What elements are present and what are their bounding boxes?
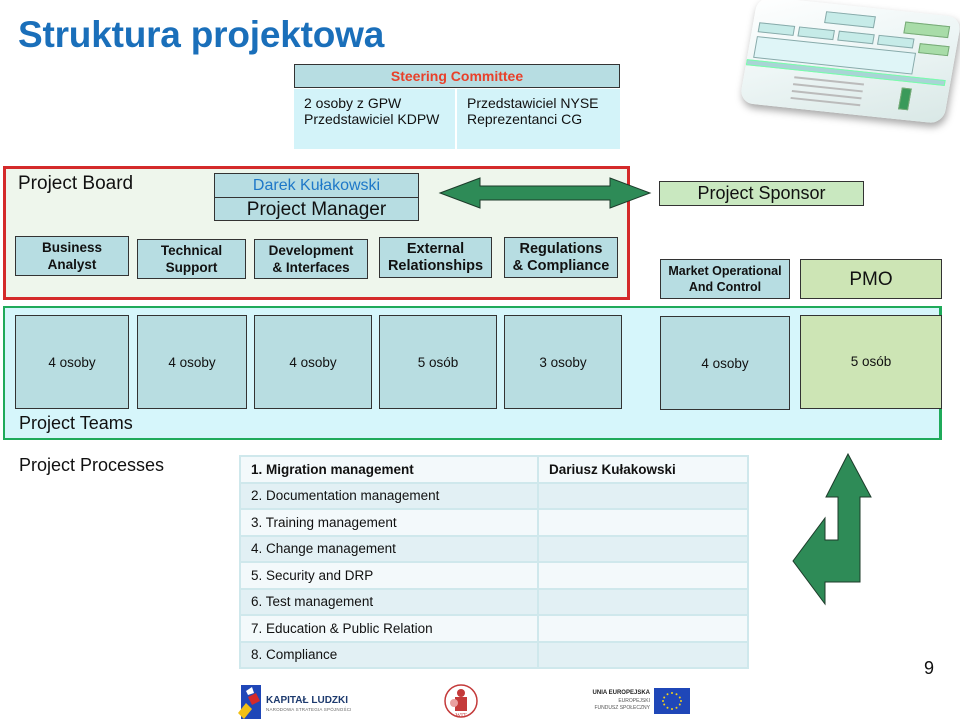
process-cell: 6. Test management [239,587,539,616]
table-row: 8. Compliance [239,640,749,669]
wit-logo: WIT [440,681,482,721]
role-label: External [406,240,465,257]
l-arrow-icon [792,452,872,606]
table-row: 3. Training management [239,508,749,537]
role-regulations-compliance: Regulations & Compliance [504,237,618,278]
steering-member: Przedstawiciel NYSE [467,95,599,111]
kapital-ludzki-emblem-icon [238,685,261,719]
table-row: 7. Education & Public Relation [239,614,749,643]
owner-cell [537,534,749,563]
table-row: 1. Migration management Dariusz Kułakowsk… [239,455,749,484]
page-title: Struktura projektowa [18,14,385,55]
owner-cell: Dariusz Kułakowski [537,455,749,484]
wit-emblem-icon: WIT [444,684,478,719]
process-cell: 5. Security and DRP [239,561,539,590]
thumb-box [757,22,796,36]
role-label: Analyst [47,257,97,272]
wit-text: WIT [455,713,467,719]
role-market-operational-control: Market Operational And Control [660,259,790,299]
role-label: Regulations [519,240,603,257]
role-development-interfaces: Development & Interfaces [254,239,368,279]
eu-line3: FUNDUSZ SPOŁECZNY [594,705,650,711]
role-business-analyst: Business Analyst [15,236,129,276]
table-row: 6. Test management [239,587,749,616]
project-manager-box: Darek Kułakowski Project Manager [214,173,419,221]
role-label: Relationships [387,257,484,274]
table-row: 5. Security and DRP [239,561,749,590]
team-box: 4 osoby [137,315,247,409]
owner-cell [537,481,749,510]
process-cell: 8. Compliance [239,640,539,669]
page-number: 9 [924,658,935,678]
owner-cell [537,561,749,590]
project-board-label: Project Board [18,173,134,194]
role-label: & Compliance [512,257,610,274]
owner-cell [537,640,749,669]
table-row: 4. Change management [239,534,749,563]
role-label: & Interfaces [272,260,350,275]
table-row: 2. Documentation management [239,481,749,510]
process-cell: 4. Change management [239,534,539,563]
thumb-box [877,34,915,49]
eu-flag-icon [654,688,690,714]
project-sponsor-box: Project Sponsor [659,181,864,206]
steering-committee-left-cell: 2 osoby z GPW Przedstawiciel KDPW [294,89,455,149]
project-manager-role: Project Manager [246,199,387,220]
role-label: Technical [160,243,223,258]
thumb-arrow [898,87,912,111]
role-label: Market Operational [668,264,782,278]
double-arrow-icon [438,177,652,209]
steering-committee-right-cell: Przedstawiciel NYSE Reprezentanci CG [457,89,620,149]
project-teams-label: Project Teams [19,413,133,433]
team-box: 4 osoby [660,316,790,410]
role-label: Business [41,240,103,255]
process-cell: 7. Education & Public Relation [239,614,539,643]
thumb-box [903,21,951,39]
eu-logo: UNIA EUROPEJSKA EUROPEJSKI FUNDUSZ SPOŁE… [592,686,690,718]
kapital-ludzki-subtitle: NARODOWA STRATEGIA SPÓJNOŚCI [266,707,352,712]
team-box: 3 osoby [504,315,622,409]
eu-line2: EUROPEJSKI [618,698,650,704]
role-label: And Control [688,280,762,294]
thumb-box [824,11,876,29]
steering-member: Przedstawiciel KDPW [304,111,440,127]
thumb-box [797,26,835,41]
owner-cell [537,587,749,616]
process-cell: 2. Documentation management [239,481,539,510]
team-box: 4 osoby [254,315,372,409]
pmo-box: PMO [800,259,942,299]
role-external-relationships: External Relationships [379,237,492,278]
eu-line1: UNIA EUROPEJSKA [592,690,650,696]
team-box: 4 osoby [15,315,129,409]
thumb-line [790,96,861,107]
team-box: 5 osób [379,315,497,409]
process-cell: 3. Training management [239,508,539,537]
project-manager-name: Darek Kułakowski [215,174,418,198]
thumb-box [837,30,875,45]
steering-member: Reprezentanci CG [467,111,583,127]
role-technical-support: Technical Support [137,239,246,279]
thumb-box [918,43,950,57]
steering-committee-header: Steering Committee [294,64,620,88]
team-box-pmo: 5 osób [800,315,942,409]
owner-cell [537,614,749,643]
kapital-ludzki-title: KAPITAŁ LUDZKI [266,695,349,706]
kapital-ludzki-logo: KAPITAŁ LUDZKI NARODOWA STRATEGIA SPÓJNO… [236,683,356,721]
role-label: Support [165,260,218,275]
role-label: Development [268,243,354,258]
diagram-thumbnail-image [739,0,960,125]
process-cell: 1. Migration management [239,455,539,484]
project-processes-label: Project Processes [19,455,165,475]
processes-table: 1. Migration management Dariusz Kułakowsk… [239,455,749,669]
owner-cell [537,508,749,537]
steering-member: 2 osoby z GPW [304,95,402,111]
